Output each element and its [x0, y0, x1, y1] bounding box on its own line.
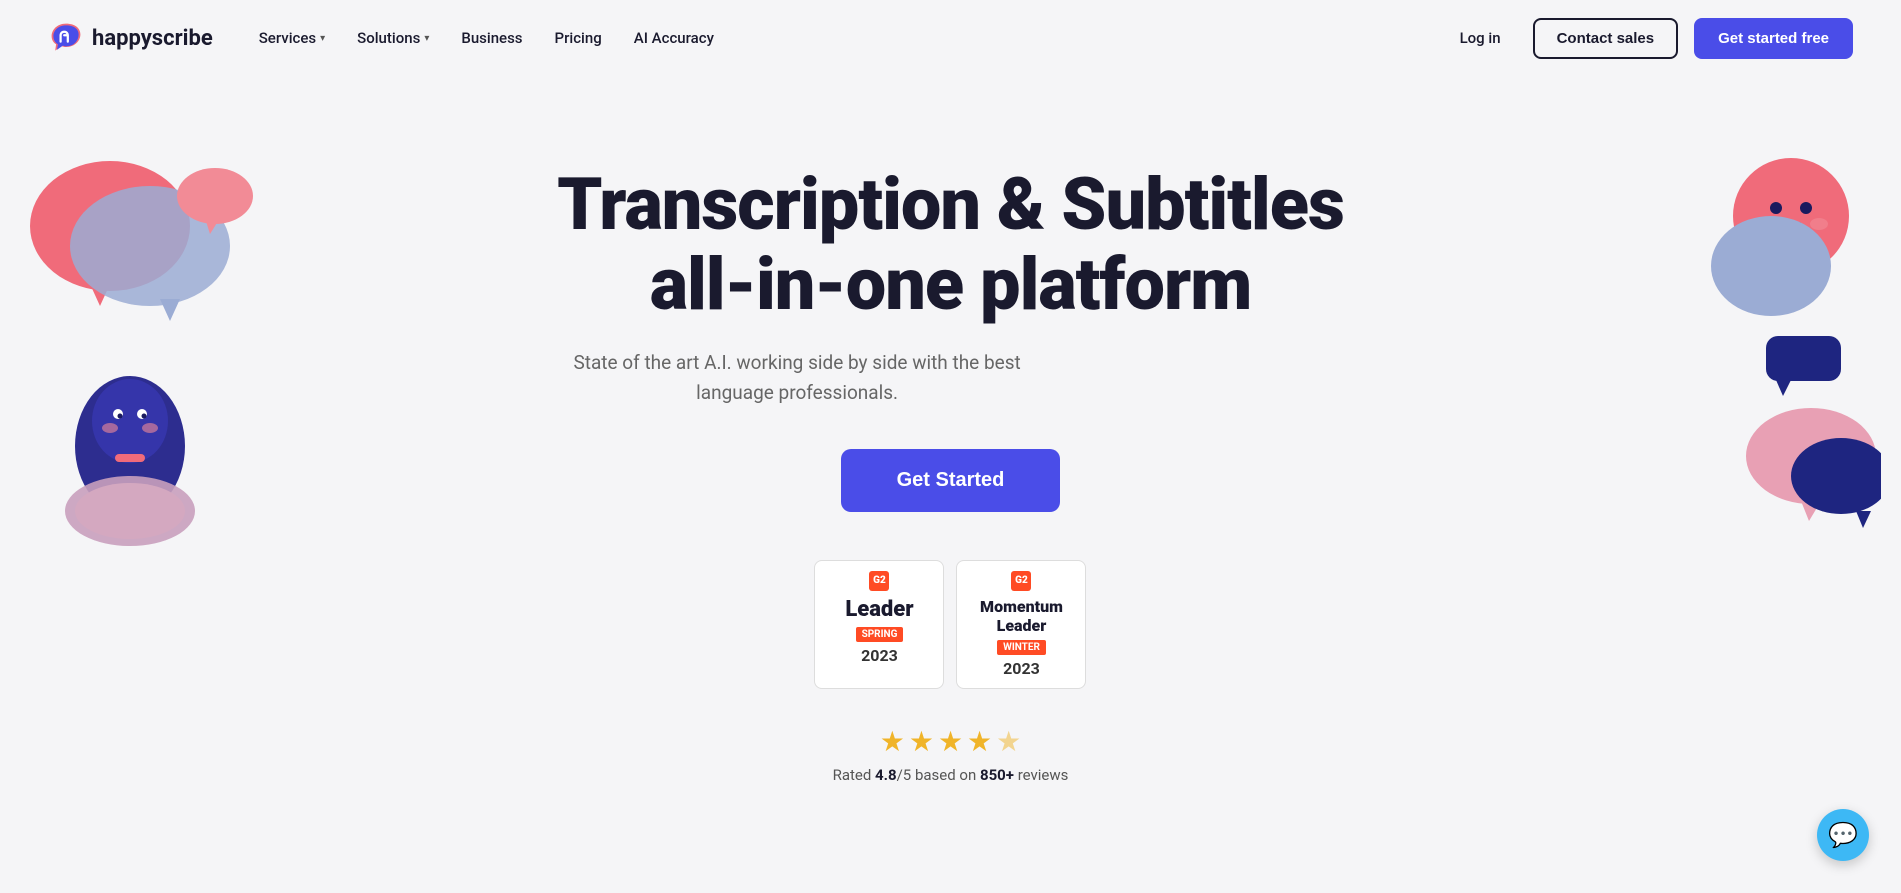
rating-count: 850+: [980, 766, 1014, 784]
badge1-season: SPRING: [856, 627, 904, 642]
chat-support-button[interactable]: 💬: [1817, 809, 1869, 861]
business-label: Business: [461, 29, 522, 47]
badge2-year: 2023: [975, 659, 1067, 678]
solutions-label: Solutions: [357, 29, 420, 47]
illustration-left: [20, 136, 300, 560]
chat-icon: 💬: [1828, 821, 1858, 849]
hero-title: Transcription & Subtitles all-in-one pla…: [557, 165, 1344, 323]
nav-services[interactable]: Services ▾: [245, 21, 339, 55]
hero-section: Transcription & Subtitles all-in-one pla…: [0, 76, 1901, 893]
services-chevron-icon: ▾: [320, 33, 325, 44]
pricing-label: Pricing: [555, 29, 602, 47]
illustration-right: [1601, 136, 1881, 560]
hero-get-started-button[interactable]: Get Started: [841, 449, 1061, 512]
badge1-title: Leader: [833, 597, 925, 622]
logo-text: happyscribe: [92, 26, 213, 51]
badge1-year: 2023: [833, 646, 925, 665]
right-illustration-svg: [1601, 136, 1881, 556]
solutions-chevron-icon: ▾: [424, 33, 429, 44]
nav-business[interactable]: Business: [447, 21, 536, 55]
nav-left: happyscribe Services ▾ Solutions ▾ Busin…: [48, 20, 728, 56]
star-3: ★: [938, 725, 963, 758]
login-button[interactable]: Log in: [1444, 21, 1517, 55]
nav-solutions[interactable]: Solutions ▾: [343, 21, 443, 55]
g2-logo-1: G2: [869, 571, 889, 591]
hero-subtitle: State of the art A.I. working side by si…: [557, 348, 1037, 409]
services-label: Services: [259, 29, 316, 47]
rating-text: Rated 4.8/5 based on 850+ reviews: [833, 766, 1069, 784]
g2-badges: G2 Leader SPRING 2023 G2 Momentum Leader…: [557, 560, 1344, 689]
nav-right: Log in Contact sales Get started free: [1444, 18, 1853, 59]
nav-links: Services ▾ Solutions ▾ Business Pricing …: [245, 21, 728, 55]
badge2-header: G2: [975, 571, 1067, 591]
g2-leader-badge: G2 Leader SPRING 2023: [814, 560, 944, 689]
navbar: happyscribe Services ▾ Solutions ▾ Busin…: [0, 0, 1901, 76]
g2-momentum-badge: G2 Momentum Leader WINTER 2023: [956, 560, 1086, 689]
rating-value: 4.8: [875, 766, 897, 784]
rating-section: ★ ★ ★ ★ ★ Rated 4.8/5 based on 850+ revi…: [557, 725, 1344, 784]
contact-sales-button[interactable]: Contact sales: [1533, 18, 1679, 59]
get-started-free-button[interactable]: Get started free: [1694, 18, 1853, 59]
badge2-title: Momentum Leader: [975, 597, 1067, 635]
ai-accuracy-label: AI Accuracy: [634, 29, 714, 47]
badge2-season: WINTER: [997, 640, 1046, 655]
hero-content: Transcription & Subtitles all-in-one pla…: [557, 165, 1344, 783]
left-illustration-svg: [20, 136, 300, 556]
g2-logo-2: G2: [1011, 571, 1031, 591]
logo-icon: [48, 20, 84, 56]
star-rating: ★ ★ ★ ★ ★: [880, 725, 1022, 758]
nav-pricing[interactable]: Pricing: [541, 21, 616, 55]
nav-ai-accuracy[interactable]: AI Accuracy: [620, 21, 728, 55]
badge1-header: G2: [833, 571, 925, 591]
star-5-half: ★: [996, 725, 1021, 758]
star-2: ★: [909, 725, 934, 758]
logo-link[interactable]: happyscribe: [48, 20, 213, 56]
star-4: ★: [967, 725, 992, 758]
star-1: ★: [880, 725, 905, 758]
